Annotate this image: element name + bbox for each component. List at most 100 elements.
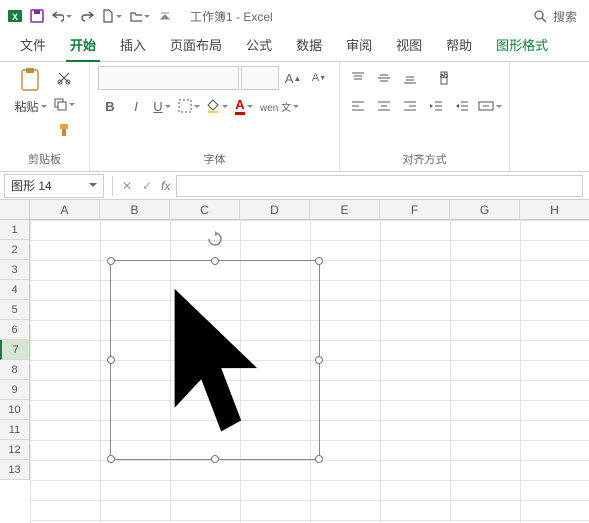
worksheet[interactable]: ABCDEFGH 12345678910111213 [0, 200, 589, 523]
font-size-combo[interactable] [241, 66, 279, 90]
row-headers: 12345678910111213 [0, 220, 30, 480]
rotate-handle-icon[interactable] [207, 231, 223, 250]
cut-icon[interactable] [51, 66, 77, 90]
resize-handle[interactable] [315, 356, 323, 364]
paste-icon[interactable] [16, 66, 44, 94]
tab-formulas[interactable]: 公式 [236, 29, 282, 61]
row-header[interactable]: 4 [0, 280, 30, 300]
column-header[interactable]: F [380, 200, 450, 220]
redo-icon[interactable] [78, 7, 96, 25]
row-header[interactable]: 12 [0, 440, 30, 460]
decrease-font-icon[interactable]: A▼ [307, 66, 331, 90]
row-header[interactable]: 13 [0, 460, 30, 480]
chevron-down-icon [89, 183, 97, 191]
tab-view[interactable]: 视图 [386, 29, 432, 61]
resize-handle[interactable] [107, 257, 115, 265]
merge-cells-icon[interactable] [476, 94, 504, 118]
align-top-icon[interactable] [346, 66, 370, 90]
formula-input[interactable] [176, 175, 583, 197]
cursor-arrow-shape[interactable] [148, 281, 281, 439]
search-placeholder: 搜索 [553, 8, 577, 25]
column-header[interactable]: A [30, 200, 100, 220]
excel-app-icon: X [6, 7, 24, 25]
bold-button[interactable]: B [98, 94, 122, 118]
open-folder-icon[interactable] [128, 4, 152, 28]
resize-handle[interactable] [211, 455, 219, 463]
align-bottom-icon[interactable] [398, 66, 422, 90]
underline-button[interactable]: U [150, 94, 174, 118]
align-left-icon[interactable] [346, 94, 370, 118]
new-file-icon[interactable] [100, 4, 124, 28]
row-header[interactable]: 10 [0, 400, 30, 420]
column-header[interactable]: H [520, 200, 589, 220]
tab-help[interactable]: 帮助 [436, 29, 482, 61]
selected-shape[interactable] [110, 260, 320, 460]
phonetic-icon[interactable]: wen 文 [258, 94, 301, 118]
column-header[interactable]: G [450, 200, 520, 220]
group-clipboard-label: 剪贴板 [28, 149, 61, 169]
group-align-label: 对齐方式 [403, 149, 447, 169]
row-header[interactable]: 3 [0, 260, 30, 280]
align-middle-icon[interactable] [372, 66, 396, 90]
group-font-label: 字体 [204, 149, 226, 169]
group-align: ab 对齐方式 [340, 62, 510, 171]
border-icon[interactable] [176, 94, 202, 118]
font-name-combo[interactable] [98, 66, 239, 90]
cancel-formula-icon[interactable]: ✕ [117, 179, 137, 193]
tab-file[interactable]: 文件 [10, 29, 56, 61]
window-title: 工作簿1 - Excel [190, 8, 273, 25]
align-right-icon[interactable] [398, 94, 422, 118]
fill-color-icon[interactable] [204, 94, 230, 118]
svg-text:ab: ab [440, 73, 448, 80]
tab-data[interactable]: 数据 [286, 29, 332, 61]
resize-handle[interactable] [315, 257, 323, 265]
search-box[interactable]: 搜索 [527, 6, 583, 27]
search-icon [533, 9, 547, 23]
resize-handle[interactable] [107, 455, 115, 463]
indent-increase-icon[interactable] [450, 94, 474, 118]
format-painter-icon[interactable] [51, 118, 77, 142]
row-header[interactable]: 11 [0, 420, 30, 440]
accept-formula-icon[interactable]: ✓ [137, 179, 157, 193]
column-header[interactable]: E [310, 200, 380, 220]
column-header[interactable]: D [240, 200, 310, 220]
row-header[interactable]: 2 [0, 240, 30, 260]
increase-font-icon[interactable]: A▲ [281, 66, 305, 90]
resize-handle[interactable] [211, 257, 219, 265]
paste-label[interactable]: 粘贴 [12, 94, 48, 118]
copy-icon[interactable] [51, 92, 77, 116]
resize-handle[interactable] [107, 356, 115, 364]
tab-insert[interactable]: 插入 [110, 29, 156, 61]
wrap-text-icon[interactable]: ab [436, 66, 460, 90]
tab-home[interactable]: 开始 [60, 29, 106, 61]
row-header[interactable]: 8 [0, 360, 30, 380]
fx-icon[interactable]: fx [161, 179, 170, 193]
column-header[interactable]: B [100, 200, 170, 220]
italic-button[interactable]: I [124, 94, 148, 118]
save-icon[interactable] [28, 7, 46, 25]
tab-layout[interactable]: 页面布局 [160, 29, 232, 61]
group-clipboard: 粘贴 剪贴板 [0, 62, 90, 171]
qat-customize-icon[interactable] [156, 7, 174, 25]
align-center-icon[interactable] [372, 94, 396, 118]
tab-shape-format[interactable]: 图形格式 [486, 29, 558, 61]
resize-handle[interactable] [315, 455, 323, 463]
tab-review[interactable]: 审阅 [336, 29, 382, 61]
title-bar: X 工作簿1 - Excel 搜索 [0, 0, 589, 32]
group-font: A▲ A▼ B I U A wen 文 字体 [90, 62, 340, 171]
row-header[interactable]: 6 [0, 320, 30, 340]
column-header[interactable]: C [170, 200, 240, 220]
row-header[interactable]: 7 [0, 340, 30, 360]
ribbon: 粘贴 剪贴板 A▲ A▼ B I U A [0, 62, 589, 172]
select-all-corner[interactable] [0, 200, 30, 220]
name-box-value: 图形 14 [11, 177, 52, 194]
undo-icon[interactable] [50, 4, 74, 28]
row-header[interactable]: 9 [0, 380, 30, 400]
name-box[interactable]: 图形 14 [4, 174, 104, 198]
row-header[interactable]: 1 [0, 220, 30, 240]
column-headers: ABCDEFGH [30, 200, 589, 220]
indent-decrease-icon[interactable] [424, 94, 448, 118]
font-color-icon[interactable]: A [232, 94, 256, 118]
row-header[interactable]: 5 [0, 300, 30, 320]
ribbon-tabs: 文件 开始 插入 页面布局 公式 数据 审阅 视图 帮助 图形格式 [0, 32, 589, 62]
